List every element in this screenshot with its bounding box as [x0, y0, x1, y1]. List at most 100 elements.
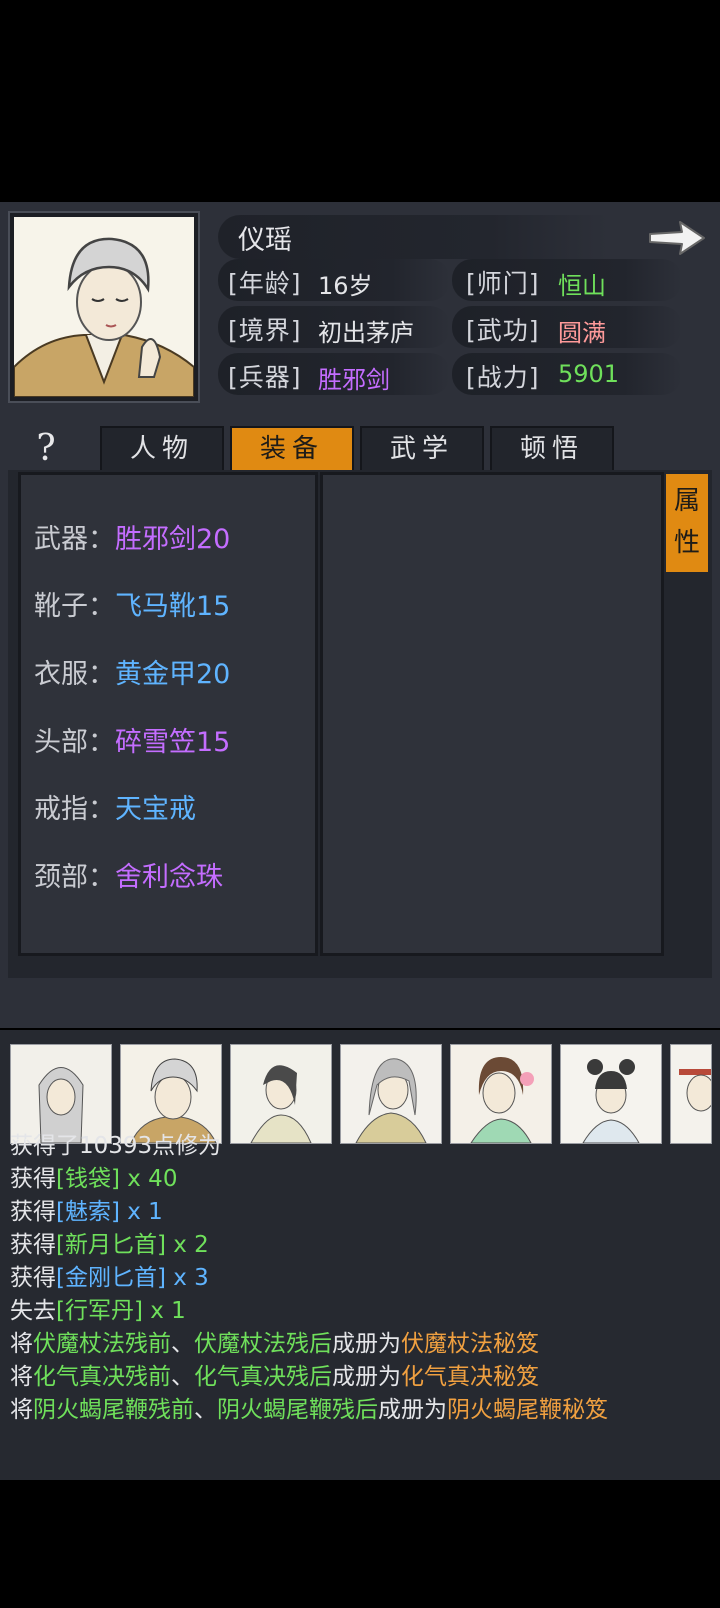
question-mark-icon: ?	[36, 428, 56, 469]
log-segment: 失去	[10, 1298, 56, 1324]
attributes-label-1: 属	[673, 486, 700, 516]
log-segment: 阴火蝎尾鞭残前	[33, 1397, 194, 1423]
next-arrow-button[interactable]	[646, 216, 708, 260]
equip-slot-label: 武器：	[34, 524, 115, 555]
log-line: 获得了10393点修为	[10, 1126, 221, 1160]
log-line: 将阴火蝎尾鞭残前、阴火蝎尾鞭残后成册为阴火蝎尾鞭秘笈	[10, 1390, 608, 1424]
log-segment: [钱袋]	[56, 1166, 120, 1192]
top-blank-area	[0, 0, 720, 202]
log-segment: x 3	[165, 1265, 209, 1291]
log-segment: 将	[10, 1331, 33, 1357]
log-segment: 成册为	[332, 1331, 401, 1357]
log-line: 失去[行军丹] x 1	[10, 1291, 186, 1325]
log-segment: [金刚匕首]	[56, 1265, 166, 1291]
log-segment: 将	[10, 1364, 33, 1390]
girl-with-buns-portrait-icon	[561, 1045, 661, 1143]
log-line: 将化气真决残前、化气真决残后成册为化气真决秘笈	[10, 1357, 539, 1391]
help-button[interactable]: ?	[26, 428, 66, 470]
log-segment: 、	[171, 1331, 194, 1357]
log-segment: x 40	[119, 1166, 178, 1192]
log-segment: 伏魔杖法残前	[33, 1331, 171, 1357]
log-segment: 化气真决残前	[33, 1364, 171, 1390]
log-segment: 化气真决秘笈	[401, 1364, 539, 1390]
equip-slot-label: 靴子：	[34, 591, 115, 622]
equip-row-armor[interactable]: 衣服：黄金甲20	[34, 652, 230, 691]
equip-item-name: 天宝戒	[115, 794, 196, 825]
equip-slot-label: 颈部：	[34, 862, 115, 893]
log-segment: 获得	[10, 1166, 56, 1192]
party-avatar[interactable]	[560, 1044, 662, 1144]
realm-value: 初出茅庐	[318, 319, 414, 347]
equip-item-name: 舍利念珠	[115, 862, 223, 893]
log-segment: 伏魔杖法残后	[194, 1331, 332, 1357]
log-segment: 、	[194, 1397, 217, 1423]
young-swordsman-portrait-icon	[231, 1045, 331, 1143]
headband-hero-portrait-icon	[671, 1045, 711, 1143]
equip-item-name: 黄金甲20	[115, 659, 231, 690]
elder-warrior-portrait-icon	[341, 1045, 441, 1143]
weapon-label: [兵器]	[228, 363, 302, 392]
log-segment: 、	[171, 1364, 194, 1390]
martial-value: 圆满	[558, 319, 606, 347]
arrow-right-icon	[649, 221, 705, 255]
equip-item-name: 碎雪笠15	[115, 727, 231, 758]
log-segment: x 2	[165, 1232, 209, 1258]
log-line: 获得[魅索] x 1	[10, 1192, 163, 1226]
equip-row-ring[interactable]: 戒指：天宝戒	[34, 787, 196, 826]
equip-item-name: 胜邪剑20	[115, 524, 231, 555]
log-segment: 阴火蝎尾鞭秘笈	[447, 1397, 608, 1423]
equip-row-boots[interactable]: 靴子：飞马靴15	[34, 584, 230, 623]
log-segment: 获得了10393点修为	[10, 1133, 222, 1159]
party-avatar[interactable]	[450, 1044, 552, 1144]
item-detail-panel	[320, 472, 664, 956]
equip-slot-label: 头部：	[34, 727, 115, 758]
tab-enlightenment[interactable]: 顿悟	[490, 426, 614, 472]
log-segment: 化气真决残后	[194, 1364, 332, 1390]
weapon-value: 胜邪剑	[318, 366, 390, 394]
log-segment: 阴火蝎尾鞭残后	[217, 1397, 378, 1423]
log-segment: 成册为	[332, 1364, 401, 1390]
log-line: 获得[新月匕首] x 2	[10, 1225, 209, 1259]
equip-slot-label: 戒指：	[34, 794, 115, 825]
log-segment: [魅索]	[56, 1199, 120, 1225]
log-segment: x 1	[142, 1298, 186, 1324]
tab-martial-arts[interactable]: 武学	[360, 426, 484, 472]
log-segment: 获得	[10, 1265, 56, 1291]
nun-portrait-icon	[13, 217, 195, 398]
equip-slot-label: 衣服：	[34, 659, 115, 690]
party-avatar[interactable]	[340, 1044, 442, 1144]
log-segment: 将	[10, 1397, 33, 1423]
log-segment: 获得	[10, 1199, 56, 1225]
attributes-label-2: 性	[673, 528, 700, 558]
tab-equipment[interactable]: 装备	[230, 426, 354, 472]
log-line: 将伏魔杖法残前、伏魔杖法残后成册为伏魔杖法秘笈	[10, 1324, 539, 1358]
character-name: 仪瑶	[238, 225, 292, 256]
realm-label: [境界]	[228, 316, 302, 345]
power-value: 5901	[558, 360, 620, 388]
attributes-button[interactable]: 属 性	[666, 474, 708, 572]
lady-with-flower-portrait-icon	[451, 1045, 551, 1143]
party-avatar[interactable]	[230, 1044, 332, 1144]
divider-band	[0, 980, 720, 1028]
sect-value: 恒山	[558, 272, 606, 300]
tab-character[interactable]: 人物	[100, 426, 224, 472]
martial-label: [武功]	[466, 316, 540, 345]
bottom-blank-area	[0, 1480, 720, 1608]
equip-row-head[interactable]: 头部：碎雪笠15	[34, 720, 230, 759]
power-label: [战力]	[466, 363, 540, 392]
party-avatar[interactable]	[670, 1044, 712, 1144]
log-segment: 伏魔杖法秘笈	[401, 1331, 539, 1357]
log-segment: 成册为	[378, 1397, 447, 1423]
log-segment: x 1	[119, 1199, 163, 1225]
log-segment: [新月匕首]	[56, 1232, 166, 1258]
age-value: 16岁	[318, 272, 373, 300]
age-label: [年龄]	[228, 269, 302, 298]
equip-row-weapon[interactable]: 武器：胜邪剑20	[34, 517, 230, 556]
log-segment: [行军丹]	[56, 1298, 143, 1324]
equip-item-name: 飞马靴15	[115, 591, 231, 622]
equip-row-neck[interactable]: 颈部：舍利念珠	[34, 855, 223, 894]
log-segment: 获得	[10, 1232, 56, 1258]
log-line: 获得[金刚匕首] x 3	[10, 1258, 209, 1292]
sect-label: [师门]	[466, 269, 540, 298]
character-portrait[interactable]	[10, 213, 198, 401]
